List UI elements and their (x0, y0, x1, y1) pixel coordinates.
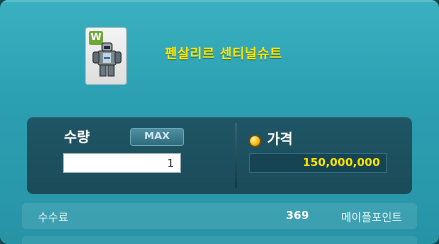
fee-label: 수수료 (38, 211, 69, 224)
fee-row: 수수료 369 메이플포인트 (22, 203, 417, 229)
quantity-input[interactable] (63, 153, 181, 173)
divider (235, 123, 237, 188)
quantity-label: 수량 (64, 130, 90, 146)
item-name: 펜살리르 센티널슈트 (165, 47, 283, 62)
next-row (22, 236, 417, 244)
order-box: 수량 MAX 가격 150,000,000 (27, 117, 412, 194)
fee-unit: 메이플포인트 (341, 211, 402, 224)
armor-suit-icon (92, 42, 122, 77)
fee-value: 369 (286, 209, 309, 222)
purchase-dialog: W 펜살리르 센티널슈트 수량 MAX 가격 150,000,000 수수료 3… (0, 0, 439, 244)
price-value: 150,000,000 (249, 153, 387, 173)
price-label: 가격 (267, 132, 293, 148)
gold-coin-icon (249, 135, 261, 147)
max-button[interactable]: MAX (130, 128, 184, 146)
item-icon-slot[interactable]: W (85, 27, 127, 85)
